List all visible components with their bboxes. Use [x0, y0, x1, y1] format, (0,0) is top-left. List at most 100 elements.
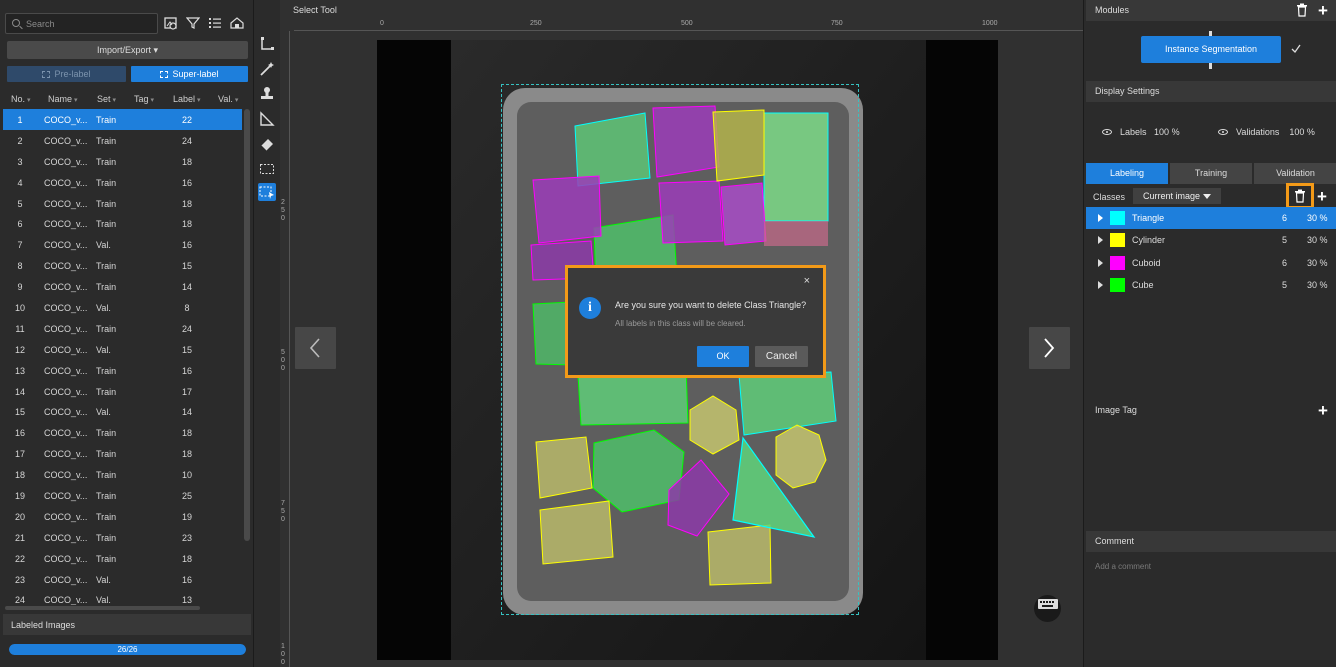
table-row[interactable]: 7 COCO_v... Val. 16: [3, 234, 242, 255]
row-name: COCO_v...: [44, 511, 88, 522]
tab-training[interactable]: Training: [1170, 163, 1252, 184]
row-set: Train: [96, 553, 117, 564]
column-header-set[interactable]: Set: [97, 94, 116, 104]
column-header-name[interactable]: Name: [48, 94, 78, 104]
classes-scope-dropdown[interactable]: Current image: [1133, 188, 1221, 204]
row-number: 10: [14, 303, 25, 314]
class-row-cylinder[interactable]: Cylinder 5 30 %: [1086, 229, 1336, 251]
column-header-no[interactable]: No.: [11, 94, 31, 104]
search-input[interactable]: [26, 17, 154, 31]
stamp-tool-button[interactable]: [258, 85, 276, 103]
table-row[interactable]: 18 COCO_v... Train 10: [3, 464, 242, 485]
polygon-tool-button[interactable]: [258, 35, 276, 53]
row-set: Train: [96, 511, 117, 522]
row-name: COCO_v...: [44, 595, 88, 605]
comment-input[interactable]: Add a comment: [1095, 562, 1151, 571]
table-row[interactable]: 12 COCO_v... Val. 15: [3, 339, 242, 360]
labeled-images-title: Labeled Images: [11, 620, 76, 630]
class-color-swatch[interactable]: [1110, 255, 1125, 270]
row-name: COCO_v...: [44, 115, 88, 125]
ok-button[interactable]: OK: [697, 346, 749, 367]
table-row[interactable]: 16 COCO_v... Train 18: [3, 422, 242, 443]
previous-image-button[interactable]: [295, 327, 336, 369]
super-label-button[interactable]: Super-label: [131, 66, 248, 82]
labels-visibility[interactable]: Labels 100 %: [1102, 127, 1180, 137]
search-box[interactable]: [5, 13, 158, 34]
select-tool-button[interactable]: [258, 183, 276, 201]
expand-arrow-icon[interactable]: [1098, 214, 1103, 222]
module-instance-segmentation[interactable]: Instance Segmentation: [1141, 36, 1281, 63]
class-row-cube[interactable]: Cube 5 30 %: [1086, 274, 1336, 296]
table-row[interactable]: 20 COCO_v... Train 19: [3, 506, 242, 527]
table-row[interactable]: 5 COCO_v... Train 18: [3, 193, 242, 214]
table-row[interactable]: 2 COCO_v... Train 24: [3, 130, 242, 151]
class-row-cuboid[interactable]: Cuboid 6 30 %: [1086, 252, 1336, 274]
dataset-icon[interactable]: [230, 16, 244, 30]
add-tag-icon[interactable]: +: [1318, 402, 1328, 419]
modules-title: Modules: [1095, 5, 1130, 15]
class-percent: 30 %: [1307, 257, 1328, 268]
row-set: Train: [96, 323, 117, 334]
filter-icon[interactable]: [186, 16, 200, 30]
row-name: COCO_v...: [44, 156, 88, 167]
class-color-swatch[interactable]: [1110, 277, 1125, 292]
row-name: COCO_v...: [44, 344, 88, 355]
eraser-tool-button[interactable]: [258, 135, 276, 153]
ruler-tool-button[interactable]: [258, 110, 276, 128]
magic-wand-button[interactable]: [258, 60, 276, 78]
table-row[interactable]: 19 COCO_v... Train 25: [3, 485, 242, 506]
validations-visibility[interactable]: Validations 100 %: [1218, 127, 1315, 137]
next-image-button[interactable]: [1029, 327, 1070, 369]
select-rect-button[interactable]: [258, 160, 276, 178]
table-horizontal-scrollbar[interactable]: [5, 606, 200, 610]
expand-arrow-icon[interactable]: [1098, 236, 1103, 245]
class-row-triangle[interactable]: Triangle 6 30 %: [1086, 207, 1336, 229]
row-label-count: 16: [181, 177, 192, 188]
row-number: 24: [14, 595, 25, 605]
table-row[interactable]: 9 COCO_v... Train 14: [3, 276, 242, 297]
class-color-swatch[interactable]: [1110, 233, 1125, 248]
image-filter-icon[interactable]: [164, 16, 178, 30]
trash-icon[interactable]: [1296, 3, 1308, 17]
table-row[interactable]: 17 COCO_v... Train 18: [3, 443, 242, 464]
row-name: COCO_v...: [44, 240, 88, 251]
table-row[interactable]: 23 COCO_v... Val. 16: [3, 569, 242, 590]
vertical-ruler: 250 500 750 1000: [280, 31, 290, 667]
column-header-label[interactable]: Label: [173, 94, 201, 104]
delete-class-button[interactable]: [1286, 183, 1314, 209]
table-row[interactable]: 13 COCO_v... Train 16: [3, 360, 242, 381]
table-row[interactable]: 21 COCO_v... Train 23: [3, 527, 242, 548]
add-module-icon[interactable]: +: [1318, 2, 1328, 19]
tab-validation[interactable]: Validation: [1254, 163, 1336, 184]
table-row[interactable]: 1 COCO_v... Train 22: [3, 109, 242, 130]
table-row[interactable]: 8 COCO_v... Train 15: [3, 255, 242, 276]
expand-arrow-icon[interactable]: [1098, 280, 1103, 289]
table-row[interactable]: 14 COCO_v... Train 17: [3, 381, 242, 402]
table-row[interactable]: 3 COCO_v... Train 18: [3, 151, 242, 172]
expand-arrow-icon[interactable]: [1098, 258, 1103, 267]
table-vertical-scrollbar[interactable]: [244, 109, 250, 541]
column-header-val[interactable]: Val.: [218, 94, 238, 104]
list-icon[interactable]: [208, 16, 222, 30]
row-number: 6: [17, 219, 23, 230]
table-row[interactable]: 11 COCO_v... Train 24: [3, 318, 242, 339]
class-color-swatch[interactable]: [1110, 211, 1125, 225]
check-icon: [1291, 44, 1301, 53]
column-header-tag[interactable]: Tag: [134, 94, 154, 104]
import-export-button[interactable]: Import/Export ▾: [7, 41, 248, 59]
tool-strip: [254, 0, 280, 667]
cancel-button[interactable]: Cancel: [755, 346, 808, 367]
table-row[interactable]: 24 COCO_v... Val. 13: [3, 589, 242, 605]
keyboard-shortcuts-button[interactable]: [1034, 595, 1061, 622]
table-row[interactable]: 15 COCO_v... Val. 14: [3, 401, 242, 422]
labels-opacity-value: 100 %: [1154, 127, 1180, 137]
tab-labeling[interactable]: Labeling: [1086, 163, 1168, 184]
table-row[interactable]: 10 COCO_v... Val. 8: [3, 297, 242, 318]
close-icon[interactable]: ×: [804, 275, 810, 287]
add-class-icon[interactable]: +: [1317, 188, 1327, 205]
table-row[interactable]: 4 COCO_v... Train 16: [3, 172, 242, 193]
row-label-count: 18: [181, 156, 192, 167]
pre-label-button[interactable]: Pre-label: [7, 66, 126, 82]
table-row[interactable]: 6 COCO_v... Train 18: [3, 213, 242, 234]
table-row[interactable]: 22 COCO_v... Train 18: [3, 548, 242, 569]
